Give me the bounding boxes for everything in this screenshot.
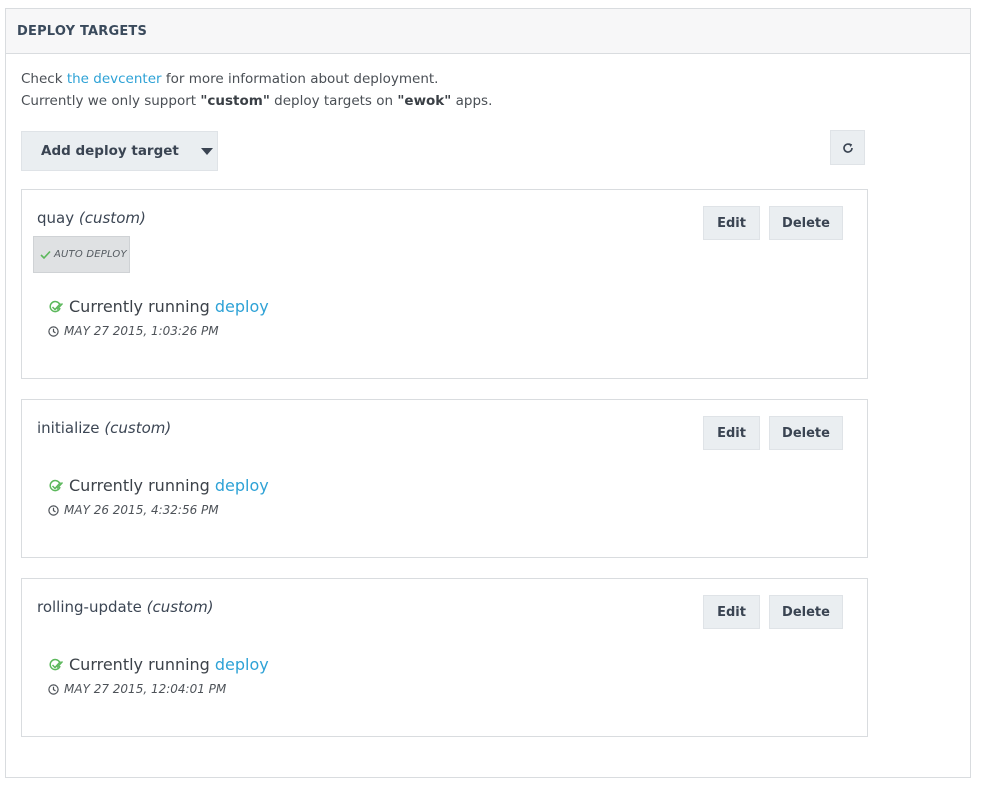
edit-button[interactable]: Edit <box>703 416 760 450</box>
intro-text: Check the devcenter for more information… <box>21 68 492 112</box>
deploy-link[interactable]: deploy <box>215 655 269 674</box>
clock-icon <box>48 325 59 337</box>
edit-button[interactable]: Edit <box>703 595 760 629</box>
check-icon <box>40 250 51 259</box>
deploy-link[interactable]: deploy <box>215 476 269 495</box>
deploy-target-card: initialize (custom) Edit Delete Currentl… <box>21 399 868 558</box>
intro-line-2: Currently we only support "custom" deplo… <box>21 93 493 109</box>
devcenter-link[interactable]: the devcenter <box>67 71 162 87</box>
panel-title: DEPLOY TARGETS <box>6 9 970 54</box>
target-title: initialize (custom) <box>37 419 172 437</box>
deploy-timestamp: MAY 26 2015, 4:32:56 PM <box>48 503 219 517</box>
deploy-status: Currently running deploy <box>48 297 269 316</box>
caret-down-icon <box>200 147 213 155</box>
deploy-status: Currently running deploy <box>48 655 269 674</box>
deploy-timestamp: MAY 27 2015, 1:03:26 PM <box>48 324 219 338</box>
deploy-target-card: quay (custom) Edit Delete AUTO DEPLOY Cu… <box>21 189 868 379</box>
double-check-icon <box>49 479 64 491</box>
refresh-icon <box>842 142 853 153</box>
delete-button[interactable]: Delete <box>769 416 843 450</box>
deploy-target-card: rolling-update (custom) Edit Delete Curr… <box>21 578 868 737</box>
double-check-icon <box>49 658 64 670</box>
auto-deploy-badge: AUTO DEPLOY <box>33 236 130 273</box>
clock-icon <box>48 504 59 516</box>
deploy-link[interactable]: deploy <box>215 297 269 316</box>
delete-button[interactable]: Delete <box>769 595 843 629</box>
double-check-icon <box>49 300 64 312</box>
deploy-status: Currently running deploy <box>48 476 269 495</box>
edit-button[interactable]: Edit <box>703 206 760 240</box>
refresh-button[interactable] <box>830 130 865 165</box>
clock-icon <box>48 683 59 695</box>
add-deploy-target-button[interactable]: Add deploy target <box>21 131 218 171</box>
delete-button[interactable]: Delete <box>769 206 843 240</box>
target-title: quay (custom) <box>37 209 146 227</box>
deploy-timestamp: MAY 27 2015, 12:04:01 PM <box>48 682 226 696</box>
intro-line-1: Check the devcenter for more information… <box>21 71 439 87</box>
target-title: rolling-update (custom) <box>37 598 214 616</box>
